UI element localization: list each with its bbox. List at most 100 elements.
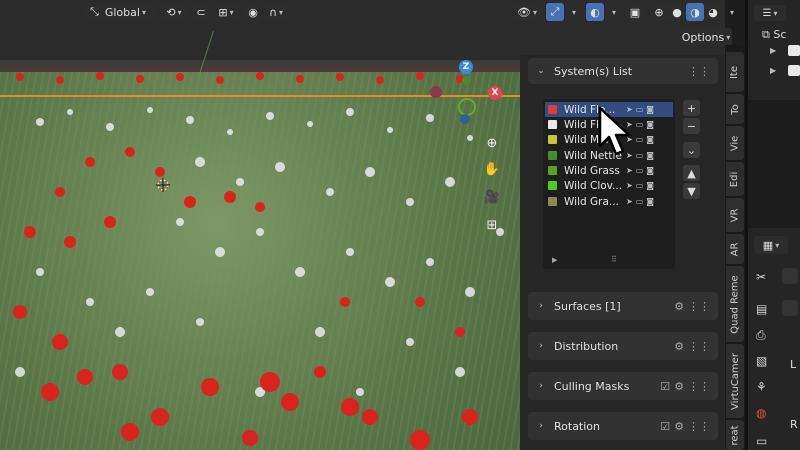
drag-grip-icon[interactable]: ⋮⋮ [688, 340, 710, 353]
color-swatch[interactable] [548, 181, 557, 190]
render-camera-icon[interactable]: ◙ [646, 166, 654, 175]
distribution-panel-header[interactable]: › Distribution ⚙ ⋮⋮ [528, 332, 718, 360]
list-expand-icon[interactable]: ▶ [552, 256, 557, 264]
render-camera-icon[interactable]: ◙ [646, 151, 654, 160]
viewport-display-icon[interactable]: ▭ [636, 197, 644, 206]
world-properties-icon[interactable]: ◍ [756, 406, 766, 420]
tab-virtucamera[interactable]: VirtuCamer [726, 344, 744, 418]
tool-settings-icon[interactable]: ✂ [756, 270, 766, 284]
checkbox-icon[interactable]: ☑ [660, 380, 670, 393]
zoom-icon[interactable]: ⊕ [481, 132, 503, 154]
falloff-dropdown[interactable]: ∩ ▾ [264, 3, 288, 21]
neg-x-axis-handle[interactable] [430, 86, 442, 98]
tab-ar[interactable]: AR [726, 234, 744, 264]
surfaces-panel-header[interactable]: › Surfaces [1] ⚙ ⋮⋮ [528, 292, 718, 320]
move-up-button[interactable]: ▲ [683, 165, 700, 181]
collection-checkbox[interactable] [788, 45, 800, 56]
tab-item[interactable]: Ite [726, 52, 744, 92]
tab-view[interactable]: Vie [726, 126, 744, 160]
expand-arrow-icon[interactable]: ▶ [770, 46, 776, 55]
perspective-grid-icon[interactable]: ⊞ [481, 214, 503, 236]
tab-create[interactable]: reat [726, 420, 744, 450]
gear-icon[interactable]: ⚙ [674, 340, 684, 353]
display-mode-dropdown[interactable]: ☰ ▾ [754, 5, 786, 21]
viewport-display-icon[interactable]: ▭ [636, 166, 644, 175]
view-layer-icon[interactable]: ▧ [756, 354, 767, 368]
proportional-edit-toggle[interactable]: ◉ [244, 3, 262, 21]
checkbox-icon[interactable]: ☑ [660, 420, 670, 433]
remove-system-button[interactable]: − [683, 118, 700, 134]
culling-masks-panel-header[interactable]: › Culling Masks ☑ ⚙ ⋮⋮ [528, 372, 718, 400]
shading-material-button[interactable]: ◑ [686, 3, 704, 21]
shading-wireframe-button[interactable]: ⊕ [650, 3, 668, 21]
select-arrow-icon[interactable]: ➤ [626, 181, 633, 190]
viewport-display-icon[interactable]: ▭ [636, 181, 644, 190]
list-item[interactable]: Wild Gra... ➤ ▭ ◙ [545, 194, 673, 209]
expand-arrow-icon[interactable]: ▶ [770, 66, 776, 75]
list-specials-button[interactable]: ⌄ [683, 142, 700, 158]
drag-grip-icon[interactable]: ⋮⋮ [688, 65, 710, 78]
gear-icon[interactable]: ⚙ [674, 380, 684, 393]
neg-y-axis-handle[interactable] [462, 76, 471, 85]
render-properties-icon[interactable]: ▤ [756, 302, 767, 316]
color-swatch[interactable] [548, 105, 557, 114]
z-axis-handle[interactable]: Z [459, 60, 473, 74]
drag-grip-icon[interactable]: ⋮⋮ [688, 300, 710, 313]
color-swatch[interactable] [548, 197, 557, 206]
editor-type-dropdown[interactable]: ▦ ▾ [754, 236, 788, 254]
render-camera-icon[interactable]: ◙ [646, 197, 654, 206]
viewport-display-icon[interactable]: ▭ [636, 120, 644, 129]
color-swatch[interactable] [548, 135, 557, 144]
shading-solid-button[interactable]: ● [668, 3, 686, 21]
viewport-display-icon[interactable]: ▭ [636, 105, 644, 114]
transform-orientation-dropdown[interactable]: ⤡ Global ▾ [82, 3, 154, 21]
render-camera-icon[interactable]: ◙ [646, 105, 654, 114]
pivot-point-dropdown[interactable]: ⟲ ▾ [160, 3, 188, 21]
camera-view-icon[interactable]: 🎥 [481, 186, 503, 208]
tab-vr[interactable]: VR [726, 198, 744, 232]
xray-toggle[interactable]: ▣ [626, 3, 644, 21]
list-item[interactable]: Wild Grass ➤ ▭ ◙ [545, 163, 673, 178]
snap-target-dropdown[interactable]: ⊞ ▾ [212, 3, 240, 21]
system-list-panel-header[interactable]: ⌄ System(s) List ⋮⋮ [528, 58, 718, 84]
panel-corner-button[interactable] [782, 268, 798, 284]
output-properties-icon[interactable]: ⎙ [756, 328, 766, 343]
neg-z-axis-handle[interactable] [460, 114, 470, 124]
collection-checkbox[interactable] [788, 65, 800, 76]
list-item[interactable]: Wild Clov... ➤ ▭ ◙ [545, 178, 673, 193]
tab-tool[interactable]: To [726, 94, 744, 124]
panel-corner-button[interactable] [782, 300, 798, 316]
snap-toggle[interactable]: ⊂ [192, 3, 210, 21]
add-system-button[interactable]: + [683, 100, 700, 116]
shading-rendered-button[interactable]: ◕ [704, 3, 722, 21]
pan-hand-icon[interactable]: ✋ [481, 158, 503, 180]
color-swatch[interactable] [548, 151, 557, 160]
overlays-toggle[interactable]: ◐ [586, 3, 604, 21]
drag-grip-icon[interactable]: ⋮⋮ [688, 420, 710, 433]
list-resize-grip-icon[interactable]: ⠿ [611, 255, 617, 264]
drag-grip-icon[interactable]: ⋮⋮ [688, 380, 710, 393]
collection-properties-icon[interactable]: ▭ [756, 434, 767, 448]
viewport-display-icon[interactable]: ▭ [636, 135, 644, 144]
options-dropdown[interactable]: Options ▾ [680, 28, 732, 46]
x-axis-handle[interactable]: X [488, 86, 502, 100]
rotation-panel-header[interactable]: › Rotation ☑ ⚙ ⋮⋮ [528, 412, 718, 440]
color-swatch[interactable] [548, 120, 557, 129]
object-visibility-dropdown[interactable]: 👁 ▾ [512, 3, 542, 21]
scene-properties-icon[interactable]: ⚘ [756, 380, 767, 394]
gizmo-dropdown[interactable]: ▾ [566, 3, 580, 21]
y-axis-handle[interactable] [458, 98, 476, 116]
gear-icon[interactable]: ⚙ [674, 420, 684, 433]
shading-dropdown[interactable]: ▾ [724, 3, 738, 21]
render-camera-icon[interactable]: ◙ [646, 181, 654, 190]
overlays-dropdown[interactable]: ▾ [606, 3, 620, 21]
select-arrow-icon[interactable]: ➤ [626, 166, 633, 175]
move-down-button[interactable]: ▼ [683, 183, 700, 199]
select-arrow-icon[interactable]: ➤ [626, 197, 633, 206]
render-camera-icon[interactable]: ◙ [646, 135, 654, 144]
color-swatch[interactable] [548, 166, 557, 175]
scene-row[interactable]: ⧉ Sc [762, 28, 786, 42]
gear-icon[interactable]: ⚙ [674, 300, 684, 313]
viewport-display-icon[interactable]: ▭ [636, 151, 644, 160]
render-camera-icon[interactable]: ◙ [646, 120, 654, 129]
